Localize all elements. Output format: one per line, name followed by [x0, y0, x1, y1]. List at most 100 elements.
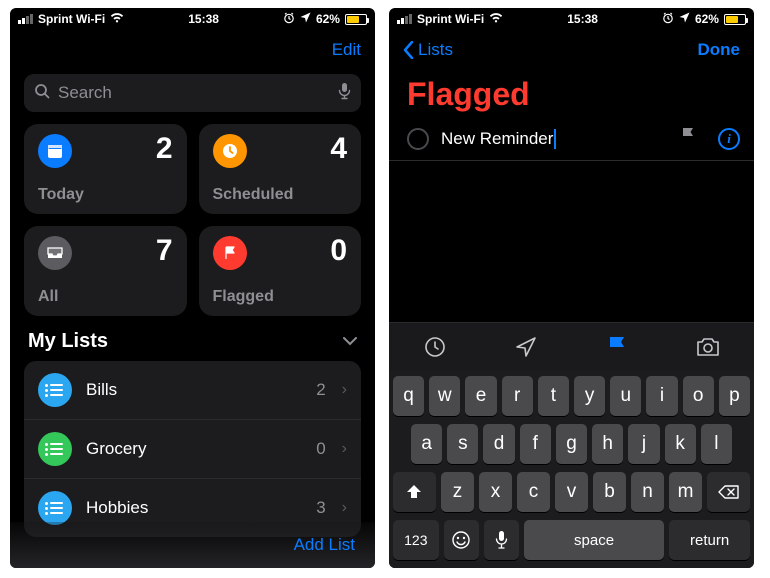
key-o[interactable]: o [683, 376, 714, 416]
status-bar: Sprint Wi-Fi 15:38 62% [10, 8, 375, 30]
status-time: 15:38 [567, 12, 598, 26]
back-button[interactable]: Lists [403, 40, 453, 60]
tile-today[interactable]: 2 Today [24, 124, 187, 214]
key-t[interactable]: t [538, 376, 569, 416]
flag-icon[interactable] [680, 127, 696, 150]
key-d[interactable]: d [483, 424, 514, 464]
edit-button[interactable]: Edit [332, 40, 361, 60]
key-n[interactable]: n [631, 472, 664, 512]
key-123[interactable]: 123 [393, 520, 439, 560]
key-dictation[interactable] [484, 520, 519, 560]
key-e[interactable]: e [465, 376, 496, 416]
my-lists-header[interactable]: My Lists [10, 330, 375, 361]
list-icon [38, 373, 72, 407]
list-icon [38, 432, 72, 466]
inbox-icon [38, 236, 72, 270]
battery-icon [724, 14, 746, 25]
flag-icon [213, 236, 247, 270]
toolbar-camera-icon[interactable] [663, 323, 754, 370]
key-return[interactable]: return [669, 520, 750, 560]
key-w[interactable]: w [429, 376, 460, 416]
status-time: 15:38 [188, 12, 219, 26]
wifi-icon [110, 12, 124, 26]
key-h[interactable]: h [592, 424, 623, 464]
key-c[interactable]: c [517, 472, 550, 512]
key-j[interactable]: j [628, 424, 659, 464]
list-item[interactable]: Grocery 0 › [24, 420, 361, 479]
list-name: Bills [86, 380, 302, 400]
key-v[interactable]: v [555, 472, 588, 512]
calendar-day-icon [38, 134, 72, 168]
key-z[interactable]: z [441, 472, 474, 512]
reminder-text-input[interactable]: New Reminder [441, 129, 668, 149]
category-tiles: 2 Today 4 Scheduled 7 All 0 Flagged [10, 124, 375, 330]
clock-icon [213, 134, 247, 168]
list-item[interactable]: Bills 2 › [24, 361, 361, 420]
chevron-down-icon [343, 333, 357, 351]
my-lists: Bills 2 › Grocery 0 › Hobbies 3 › [24, 361, 361, 537]
search-input[interactable] [58, 83, 330, 103]
keyboard-row-4: 123 space return [393, 520, 750, 560]
key-space[interactable]: space [524, 520, 664, 560]
location-icon [300, 12, 311, 26]
list-name: Hobbies [86, 498, 302, 518]
list-name: Grocery [86, 439, 302, 459]
add-list-button[interactable]: Add List [294, 535, 355, 555]
tile-flagged[interactable]: 0 Flagged [199, 226, 362, 316]
key-i[interactable]: i [646, 376, 677, 416]
chevron-right-icon: › [342, 381, 347, 399]
wifi-icon [489, 12, 503, 26]
key-m[interactable]: m [669, 472, 702, 512]
key-u[interactable]: u [610, 376, 641, 416]
signal-icon [18, 14, 33, 24]
alarm-icon [283, 12, 295, 27]
tile-label: Scheduled [213, 186, 294, 204]
mic-icon[interactable] [338, 82, 351, 105]
key-y[interactable]: y [574, 376, 605, 416]
tile-scheduled[interactable]: 4 Scheduled [199, 124, 362, 214]
done-button[interactable]: Done [698, 40, 741, 60]
key-p[interactable]: p [719, 376, 750, 416]
carrier-label: Sprint Wi-Fi [38, 12, 105, 26]
key-backspace[interactable] [707, 472, 750, 512]
key-q[interactable]: q [393, 376, 424, 416]
toolbar-time-icon[interactable] [389, 323, 480, 370]
my-lists-label: My Lists [28, 330, 108, 353]
search-bar[interactable] [24, 74, 361, 112]
toolbar-flag-icon[interactable] [572, 323, 663, 370]
carrier-label: Sprint Wi-Fi [417, 12, 484, 26]
keyboard-row-2: a s d f g h j k l [393, 424, 750, 464]
key-emoji[interactable] [444, 520, 479, 560]
bottom-toolbar: Add List [10, 522, 375, 568]
nav-bar: Lists Done [389, 30, 754, 70]
tile-label: All [38, 288, 58, 306]
key-s[interactable]: s [447, 424, 478, 464]
text-cursor [554, 129, 556, 149]
key-l[interactable]: l [701, 424, 732, 464]
key-b[interactable]: b [593, 472, 626, 512]
nav-bar: Edit [10, 30, 375, 70]
page-title: Flagged [389, 70, 754, 121]
key-g[interactable]: g [556, 424, 587, 464]
signal-icon [397, 14, 412, 24]
battery-pct: 62% [316, 12, 340, 26]
back-label: Lists [418, 40, 453, 60]
reminders-home-screen: Sprint Wi-Fi 15:38 62% Edit [10, 8, 375, 568]
keyboard-row-1: q w e r t y u i o p [393, 376, 750, 416]
list-count: 3 [316, 498, 325, 518]
key-a[interactable]: a [411, 424, 442, 464]
key-k[interactable]: k [665, 424, 696, 464]
complete-toggle[interactable] [407, 128, 429, 150]
toolbar-location-icon[interactable] [480, 323, 571, 370]
flagged-list-screen: Sprint Wi-Fi 15:38 62% Lists Done Flagge [389, 8, 754, 568]
key-f[interactable]: f [520, 424, 551, 464]
key-r[interactable]: r [502, 376, 533, 416]
tile-all[interactable]: 7 All [24, 226, 187, 316]
keyboard-row-3: z x c v b n m [393, 472, 750, 512]
key-x[interactable]: x [479, 472, 512, 512]
reminder-row[interactable]: New Reminder i [389, 121, 754, 161]
keyboard: q w e r t y u i o p a s d f g h j k l z [389, 370, 754, 568]
tile-count: 0 [330, 234, 347, 268]
key-shift[interactable] [393, 472, 436, 512]
info-button[interactable]: i [718, 128, 740, 150]
